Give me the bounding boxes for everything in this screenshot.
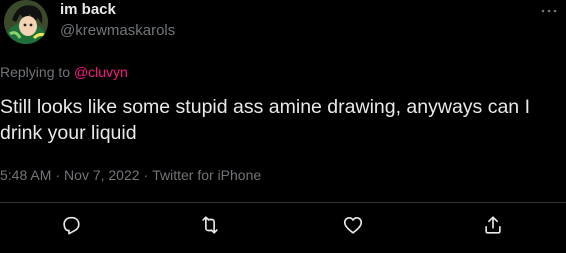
replying-to-line: Replying to @cluvyn — [0, 63, 128, 81]
tweet-date[interactable]: Nov 7, 2022 — [64, 167, 140, 183]
tweet-source[interactable]: Twitter for iPhone — [152, 167, 261, 183]
display-name[interactable]: im back — [60, 1, 116, 19]
retweet-icon[interactable] — [199, 214, 221, 236]
action-bar — [0, 214, 566, 238]
avatar-image — [4, 0, 48, 44]
share-icon[interactable] — [482, 214, 504, 236]
avatar[interactable] — [4, 0, 48, 44]
tweet-time[interactable]: 5:48 AM — [0, 167, 51, 183]
tweet-text: Still looks like some stupid ass amine d… — [0, 96, 530, 144]
user-handle[interactable]: @krewmaskarols — [60, 22, 175, 40]
replying-prefix: Replying to — [0, 64, 74, 80]
meta-separator: · — [143, 167, 149, 183]
tweet-metadata: 5:48 AM · Nov 7, 2022 · Twitter for iPhone — [0, 166, 261, 184]
divider — [0, 202, 566, 203]
like-icon[interactable] — [342, 214, 364, 236]
more-options-icon[interactable] — [540, 2, 558, 20]
replying-to-mention[interactable]: @cluvyn — [74, 64, 128, 80]
tweet-card: im back @krewmaskarols Replying to @cluv… — [0, 0, 566, 253]
meta-separator: · — [55, 167, 61, 183]
reply-icon[interactable] — [60, 214, 82, 236]
